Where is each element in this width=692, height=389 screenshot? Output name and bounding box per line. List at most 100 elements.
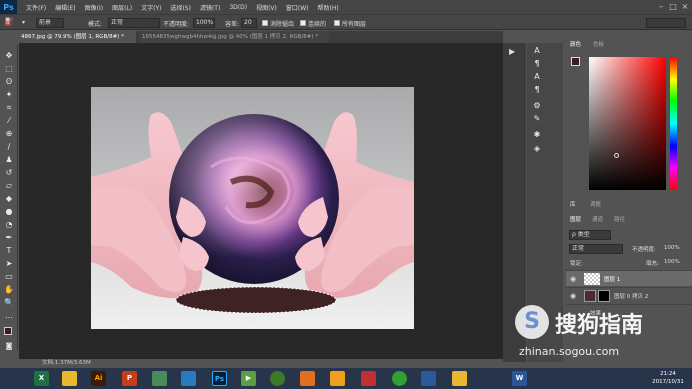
paragraph-panel-icon[interactable]: ¶ bbox=[531, 58, 543, 69]
layer-row[interactable]: ◉ 图层 1 bbox=[566, 270, 692, 286]
tab-swatches[interactable]: 色板 bbox=[593, 40, 604, 48]
path-selection-tool-icon[interactable]: ➤ bbox=[3, 258, 15, 269]
all-layers-checkbox[interactable] bbox=[334, 20, 340, 26]
eye-icon[interactable]: ◉ bbox=[570, 275, 576, 283]
antialias-checkbox[interactable] bbox=[262, 20, 268, 26]
hue-slider[interactable] bbox=[670, 57, 677, 190]
layers-opacity-value[interactable]: 100% bbox=[664, 245, 680, 251]
more-tools-icon[interactable]: … bbox=[3, 310, 15, 321]
tab-channels[interactable]: 通道 bbox=[592, 215, 603, 223]
crop-tool-icon[interactable]: ⌗ bbox=[3, 102, 15, 113]
chevron-down-icon[interactable]: ▾ bbox=[22, 19, 25, 26]
glyph-panel-icon[interactable]: A bbox=[531, 71, 543, 82]
color-panel-foreground-swatch[interactable] bbox=[571, 57, 580, 66]
adjustments-icon[interactable]: ✱ bbox=[531, 129, 543, 140]
photo-icon[interactable] bbox=[152, 371, 167, 386]
tool-icon[interactable] bbox=[300, 371, 315, 386]
close-icon[interactable]: × bbox=[680, 2, 690, 12]
tab-active-document[interactable]: 4867.jpg @ 79.9% (图层 1, RGB/8#) * bbox=[18, 31, 136, 43]
photoshop-logo: Ps bbox=[0, 0, 17, 14]
move-tool-icon[interactable]: ✥ bbox=[3, 50, 15, 61]
menu-file[interactable]: 文件(F) bbox=[26, 3, 46, 12]
tab-color[interactable]: 颜色 bbox=[570, 40, 581, 48]
tab-adjustments[interactable]: 调整 bbox=[590, 200, 601, 208]
eye-icon[interactable]: ◉ bbox=[570, 292, 576, 300]
eraser-tool-icon[interactable]: ▱ bbox=[3, 180, 15, 191]
menu-help[interactable]: 帮助(H) bbox=[318, 3, 339, 12]
tab-paths[interactable]: 路径 bbox=[614, 215, 625, 223]
menu-3d[interactable]: 3D(D) bbox=[229, 4, 247, 11]
minimize-icon[interactable]: – bbox=[656, 2, 666, 12]
fill-source-select[interactable]: 前景 bbox=[36, 18, 64, 28]
3d-panel-icon[interactable]: ◈ bbox=[531, 143, 543, 154]
folder2-icon[interactable] bbox=[452, 371, 467, 386]
layer-filter-select[interactable]: ρ 类型 bbox=[569, 230, 611, 240]
layer-row[interactable]: ◉ 图层 0 拷贝 2 bbox=[566, 287, 692, 303]
tab-layers[interactable]: 图层 bbox=[570, 215, 581, 223]
paint-bucket-icon[interactable]: ⛽ bbox=[4, 17, 14, 26]
powerpoint-icon[interactable]: P bbox=[122, 371, 137, 386]
contiguous-checkbox[interactable] bbox=[300, 20, 306, 26]
app2-icon[interactable] bbox=[330, 371, 345, 386]
photoshop-icon[interactable]: Ps bbox=[212, 371, 227, 386]
quick-mask-icon[interactable]: ◙ bbox=[3, 341, 15, 352]
play-store-icon[interactable]: ▶ bbox=[241, 371, 256, 386]
paint-bucket-tool-icon[interactable]: ◆ bbox=[3, 193, 15, 204]
mode-select[interactable]: 正常 bbox=[108, 18, 160, 28]
illustrator-icon[interactable]: Ai bbox=[91, 371, 106, 386]
menu-filter[interactable]: 滤镜(T) bbox=[200, 3, 220, 12]
hand-tool-icon[interactable]: ✋ bbox=[3, 284, 15, 295]
blend-mode-select[interactable]: 正常 bbox=[569, 244, 623, 254]
character-panel-icon[interactable]: A bbox=[531, 45, 543, 56]
word-icon[interactable]: W bbox=[512, 371, 527, 386]
blur-tool-icon[interactable]: ● bbox=[3, 206, 15, 217]
menu-edit[interactable]: 编辑(E) bbox=[55, 3, 75, 12]
workspace-select[interactable] bbox=[646, 18, 686, 28]
wifi-icon[interactable] bbox=[421, 371, 436, 386]
layer-name: 图层 0 拷贝 2 bbox=[614, 294, 649, 300]
fill-value[interactable]: 100% bbox=[664, 259, 680, 265]
mode-label: 模式: bbox=[88, 21, 103, 28]
history-brush-tool-icon[interactable]: ↺ bbox=[3, 167, 15, 178]
menu-layer[interactable]: 图层(L) bbox=[112, 3, 132, 12]
menu-image[interactable]: 图像(I) bbox=[85, 3, 103, 12]
brush-tool-icon[interactable]: ∕ bbox=[3, 141, 15, 152]
maximize-icon[interactable]: □ bbox=[668, 2, 678, 12]
healing-brush-tool-icon[interactable]: ⊕ bbox=[3, 128, 15, 139]
watermark-title: 搜狗指南 bbox=[555, 313, 644, 338]
pen-tool-icon[interactable]: ✒ bbox=[3, 232, 15, 243]
media-icon[interactable] bbox=[181, 371, 196, 386]
foreground-color-swatch[interactable] bbox=[4, 327, 12, 335]
marquee-tool-icon[interactable]: ⬚ bbox=[3, 63, 15, 74]
menu-window[interactable]: 窗口(W) bbox=[286, 3, 309, 12]
system-clock[interactable]: 21:24 2017/10/31 bbox=[650, 370, 686, 386]
lasso-tool-icon[interactable]: ʘ bbox=[3, 76, 15, 87]
clone-stamp-tool-icon[interactable]: ♟ bbox=[3, 154, 15, 165]
menu-type[interactable]: 文字(Y) bbox=[141, 3, 161, 12]
green-icon[interactable] bbox=[392, 371, 407, 386]
pen-icon[interactable] bbox=[361, 371, 376, 386]
magic-wand-tool-icon[interactable]: ✦ bbox=[3, 89, 15, 100]
document-canvas[interactable] bbox=[91, 87, 414, 329]
dodge-tool-icon[interactable]: ◔ bbox=[3, 219, 15, 230]
sogou-watermark: S 搜狗指南 zhinan.sogou.com bbox=[515, 303, 692, 365]
tab-second-document[interactable]: 16554835wghwgb4hhw4qj.jpg @ 40% (图层 1 拷贝… bbox=[139, 31, 329, 43]
tab-libraries[interactable]: 库 bbox=[570, 200, 576, 208]
properties-panel-icon[interactable]: ⚙ bbox=[531, 100, 543, 111]
brush-panel-icon[interactable]: ✎ bbox=[531, 113, 543, 124]
play-icon[interactable]: ▶ bbox=[509, 47, 519, 57]
zoom-tool-icon[interactable]: 🔍 bbox=[3, 297, 15, 308]
eyedropper-tool-icon[interactable]: ⁄ bbox=[3, 115, 15, 126]
layers-opacity-label: 不透明度: bbox=[632, 247, 656, 253]
color-picker-field[interactable] bbox=[589, 57, 666, 190]
browser-icon[interactable] bbox=[270, 371, 285, 386]
opacity-input[interactable]: 100% bbox=[193, 18, 215, 28]
shape-tool-icon[interactable]: ▭ bbox=[3, 271, 15, 282]
tolerance-input[interactable]: 20 bbox=[241, 18, 257, 28]
paragraph-style-icon[interactable]: ¶ bbox=[531, 84, 543, 95]
menu-select[interactable]: 选择(S) bbox=[170, 3, 191, 12]
folder-icon[interactable] bbox=[62, 371, 77, 386]
type-tool-icon[interactable]: T bbox=[3, 245, 15, 256]
excel-icon[interactable]: X bbox=[34, 371, 49, 386]
menu-view[interactable]: 视图(V) bbox=[256, 3, 277, 12]
